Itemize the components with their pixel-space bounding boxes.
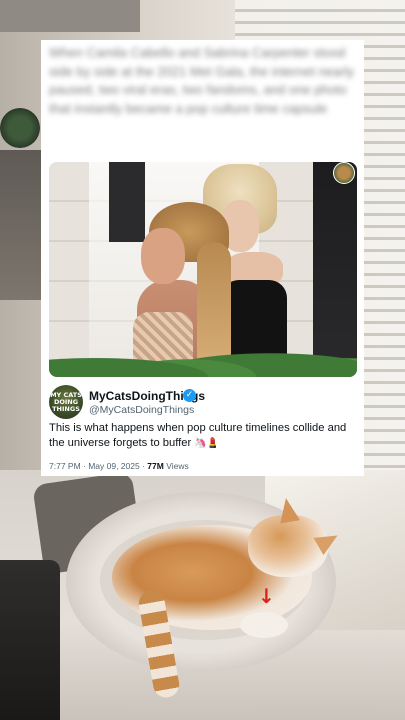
shelf — [0, 0, 140, 32]
avatar-text: MY CATS DOING THINGS — [50, 390, 82, 413]
views-count: 77M — [147, 461, 164, 471]
chair — [0, 560, 60, 720]
cat-paw — [240, 612, 288, 638]
image-person-face — [141, 228, 185, 284]
wall-shelf — [0, 150, 42, 300]
user-handle[interactable]: @MyCatsDoingThings — [89, 404, 194, 416]
post-headline: When Camila Cabello and Sabrina Carpente… — [49, 45, 354, 116]
image-corner-avatar — [333, 162, 355, 184]
post-timestamp: 7:77 PM · May 09, 2025 · 77M Views — [49, 461, 189, 471]
post-text-emoji: 🦄💄 — [194, 438, 220, 449]
post-image[interactable] — [49, 162, 357, 377]
image-person-background — [109, 162, 145, 242]
post-text: This is what happens when pop culture ti… — [49, 421, 349, 451]
cat-ear — [276, 496, 300, 524]
cat-head — [248, 515, 328, 577]
avatar[interactable]: MY CATS DOING THINGS — [49, 385, 83, 419]
timestamp-text: 7:77 PM · May 09, 2025 · — [49, 461, 148, 471]
potted-plant — [0, 108, 40, 148]
image-plants — [49, 333, 357, 377]
verified-badge-icon: ✓ — [183, 389, 196, 402]
down-arrow-icon: ↓ — [258, 584, 275, 608]
views-label: Views — [163, 461, 189, 471]
